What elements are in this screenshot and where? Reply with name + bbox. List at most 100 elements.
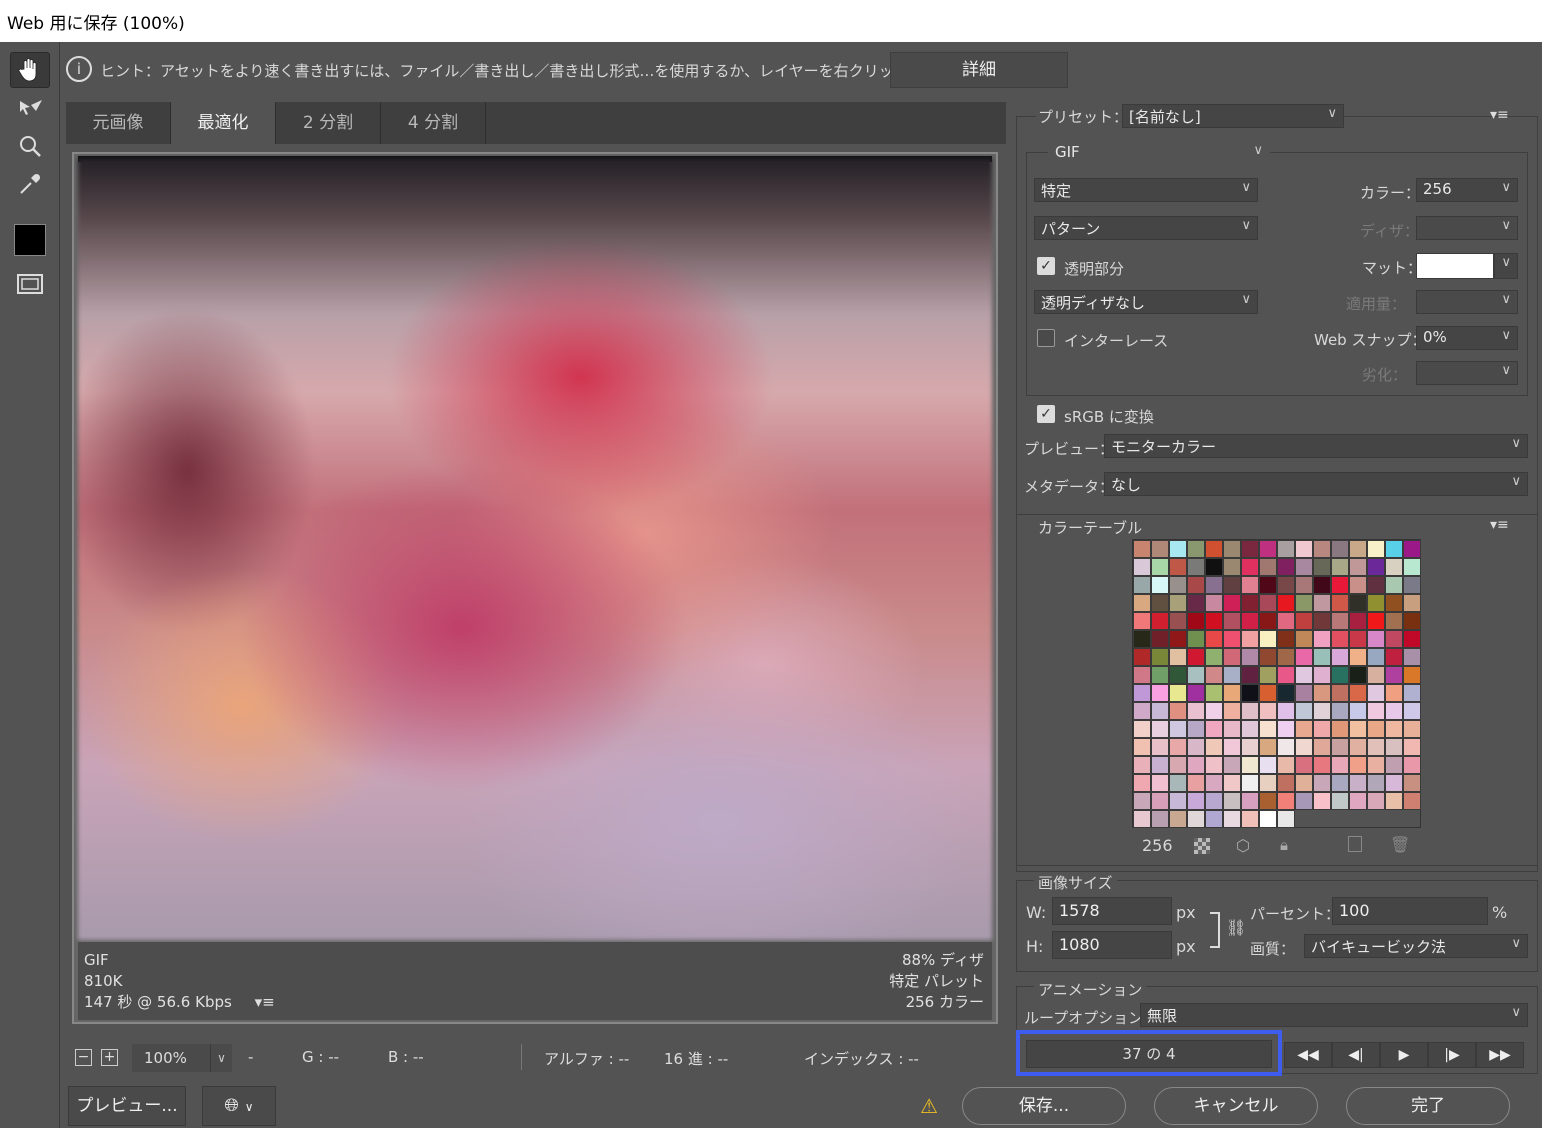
loop-dropdown[interactable]: 無限 ∨ — [1140, 1003, 1528, 1027]
web-shift-cube-icon[interactable]: ⬡ — [1236, 836, 1250, 855]
color-swatch[interactable] — [1259, 666, 1277, 684]
color-swatch[interactable] — [1205, 702, 1223, 720]
color-swatch[interactable] — [1223, 792, 1241, 810]
color-swatch[interactable] — [1223, 702, 1241, 720]
color-swatch[interactable] — [1349, 792, 1367, 810]
color-swatch[interactable] — [1169, 774, 1187, 792]
color-swatch[interactable] — [1187, 756, 1205, 774]
color-swatch[interactable] — [1241, 666, 1259, 684]
color-swatch[interactable] — [1241, 702, 1259, 720]
color-swatch[interactable] — [1331, 540, 1349, 558]
color-swatch[interactable] — [1403, 558, 1421, 576]
color-swatch[interactable] — [1367, 612, 1385, 630]
color-swatch[interactable] — [1187, 702, 1205, 720]
toggle-slices-icon[interactable] — [10, 266, 50, 302]
color-swatch[interactable] — [1241, 612, 1259, 630]
color-swatch[interactable] — [1259, 540, 1277, 558]
color-swatch[interactable] — [1331, 720, 1349, 738]
color-swatch[interactable] — [1385, 774, 1403, 792]
cancel-button[interactable]: キャンセル — [1154, 1087, 1318, 1125]
color-swatch[interactable] — [1277, 630, 1295, 648]
color-swatch[interactable] — [1223, 720, 1241, 738]
color-swatch[interactable] — [1259, 594, 1277, 612]
tab-4-up[interactable]: 4 分割 — [381, 102, 486, 144]
color-swatch[interactable] — [1169, 702, 1187, 720]
color-swatch[interactable] — [1133, 630, 1151, 648]
color-swatch[interactable] — [1277, 558, 1295, 576]
color-swatch[interactable] — [1403, 576, 1421, 594]
color-swatch[interactable] — [1241, 756, 1259, 774]
color-swatch[interactable] — [1205, 594, 1223, 612]
color-swatch[interactable] — [1187, 684, 1205, 702]
matte-color-swatch[interactable] — [1416, 253, 1494, 279]
color-swatch[interactable] — [1187, 810, 1205, 828]
color-swatch[interactable] — [1403, 630, 1421, 648]
transparency-checkbox[interactable]: ✓ — [1037, 257, 1055, 275]
color-swatch[interactable] — [1295, 702, 1313, 720]
color-swatch[interactable] — [1367, 630, 1385, 648]
color-swatch[interactable] — [1313, 666, 1331, 684]
color-swatch[interactable] — [1331, 702, 1349, 720]
color-swatch[interactable] — [1349, 756, 1367, 774]
eyedropper-color-swatch[interactable] — [14, 224, 46, 256]
color-swatch[interactable] — [1367, 720, 1385, 738]
format-dropdown[interactable]: GIF ∨ — [1048, 141, 1270, 165]
color-swatch[interactable] — [1331, 558, 1349, 576]
color-swatch[interactable] — [1205, 720, 1223, 738]
color-swatch[interactable] — [1277, 684, 1295, 702]
color-swatch[interactable] — [1151, 594, 1169, 612]
color-swatch[interactable] — [1187, 738, 1205, 756]
color-swatch[interactable] — [1151, 792, 1169, 810]
color-swatch[interactable] — [1313, 558, 1331, 576]
color-swatch[interactable] — [1151, 774, 1169, 792]
color-swatch[interactable] — [1295, 576, 1313, 594]
color-swatch[interactable] — [1241, 630, 1259, 648]
color-swatch[interactable] — [1223, 810, 1241, 828]
color-swatch[interactable] — [1169, 612, 1187, 630]
color-swatch[interactable] — [1205, 684, 1223, 702]
color-swatch[interactable] — [1205, 810, 1223, 828]
color-swatch[interactable] — [1313, 540, 1331, 558]
color-swatch[interactable] — [1205, 774, 1223, 792]
trash-icon[interactable]: 🗑︎ — [1390, 835, 1410, 854]
color-swatch[interactable] — [1223, 558, 1241, 576]
zoom-out-button[interactable]: − — [75, 1049, 92, 1066]
color-swatch[interactable] — [1205, 648, 1223, 666]
color-swatch[interactable] — [1151, 702, 1169, 720]
color-swatch[interactable] — [1259, 612, 1277, 630]
color-swatch[interactable] — [1241, 774, 1259, 792]
slice-select-tool-icon[interactable] — [10, 90, 50, 126]
color-swatch[interactable] — [1259, 576, 1277, 594]
color-swatch[interactable] — [1223, 612, 1241, 630]
color-swatch[interactable] — [1331, 630, 1349, 648]
color-swatch[interactable] — [1169, 756, 1187, 774]
color-swatch[interactable] — [1241, 738, 1259, 756]
color-swatch[interactable] — [1151, 720, 1169, 738]
color-swatch[interactable] — [1349, 540, 1367, 558]
color-swatch[interactable] — [1151, 558, 1169, 576]
color-swatch[interactable] — [1223, 540, 1241, 558]
color-swatch[interactable] — [1223, 756, 1241, 774]
color-swatch[interactable] — [1295, 648, 1313, 666]
color-swatch[interactable] — [1133, 792, 1151, 810]
color-swatch[interactable] — [1205, 558, 1223, 576]
color-swatch[interactable] — [1313, 648, 1331, 666]
color-swatch[interactable] — [1403, 540, 1421, 558]
save-button[interactable]: 保存... — [962, 1087, 1126, 1125]
color-swatch[interactable] — [1295, 720, 1313, 738]
info-menu-icon[interactable]: ▾≡ — [255, 993, 275, 1011]
color-swatch[interactable] — [1133, 702, 1151, 720]
color-swatch[interactable] — [1151, 684, 1169, 702]
color-swatch[interactable] — [1241, 648, 1259, 666]
color-swatch[interactable] — [1133, 684, 1151, 702]
color-swatch[interactable] — [1187, 648, 1205, 666]
color-swatch[interactable] — [1223, 684, 1241, 702]
srgb-checkbox[interactable]: ✓ — [1037, 405, 1055, 423]
map-to-transparent-icon[interactable] — [1194, 838, 1210, 854]
color-swatch[interactable] — [1277, 594, 1295, 612]
color-swatch[interactable] — [1277, 648, 1295, 666]
color-swatch[interactable] — [1403, 756, 1421, 774]
color-swatch[interactable] — [1331, 756, 1349, 774]
last-frame-icon[interactable]: ▶▶ — [1476, 1042, 1524, 1068]
color-swatch[interactable] — [1241, 594, 1259, 612]
